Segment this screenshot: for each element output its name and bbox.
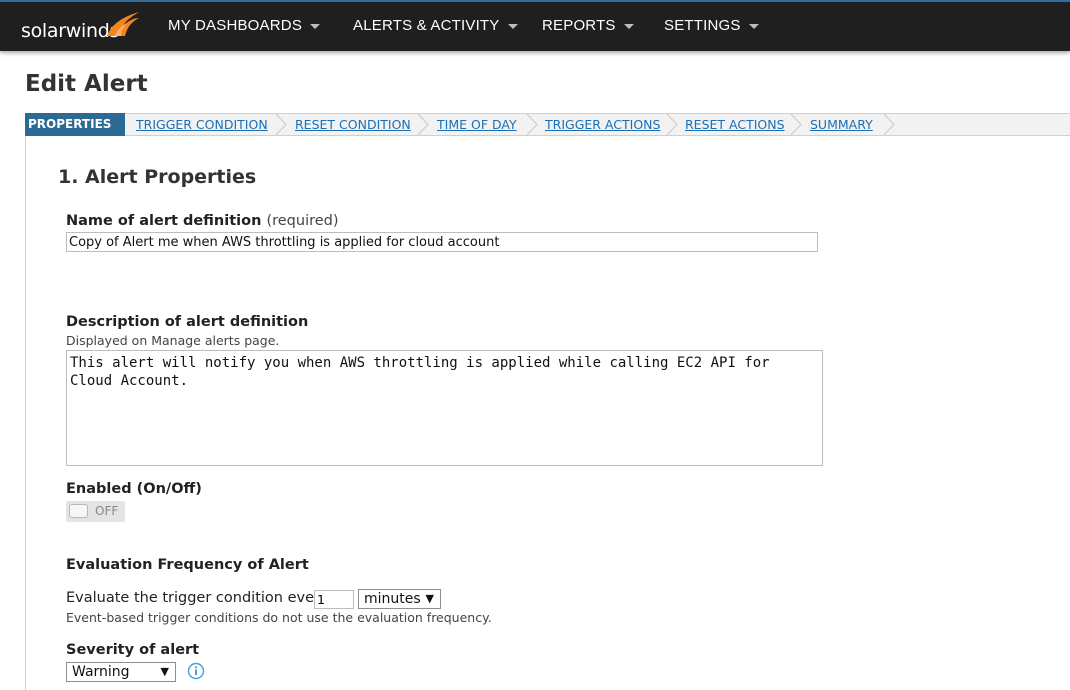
- chevron-right-icon: [275, 114, 287, 135]
- nav-reports[interactable]: REPORTS: [542, 17, 634, 34]
- nav-alerts-activity[interactable]: ALERTS & ACTIVITY: [353, 17, 518, 34]
- page-title: Edit Alert: [25, 71, 148, 97]
- step-trigger-condition[interactable]: TRIGGER CONDITION: [136, 114, 268, 135]
- chevron-right-icon: [417, 114, 429, 135]
- enabled-toggle[interactable]: OFF: [66, 501, 125, 522]
- evaluation-hint: Event-based trigger conditions do not us…: [66, 610, 492, 625]
- select-value: Warning: [72, 664, 130, 680]
- toggle-state: OFF: [95, 504, 119, 518]
- dropdown-arrow-icon: ▼: [425, 592, 434, 605]
- chevron-right-icon: [666, 114, 678, 135]
- chevron-right-icon: [883, 114, 895, 135]
- section-title: 1. Alert Properties: [58, 166, 257, 188]
- name-label: Name of alert definition (required): [66, 213, 339, 229]
- severity-label: Severity of alert: [66, 642, 200, 658]
- nav-label: ALERTS & ACTIVITY: [353, 17, 500, 34]
- evaluation-heading: Evaluation Frequency of Alert: [66, 557, 309, 573]
- description-hint: Displayed on Manage alerts page.: [66, 333, 280, 348]
- solarwinds-logo[interactable]: solarwinds: [21, 10, 143, 46]
- caret-down-icon: [507, 24, 518, 29]
- nav-label: MY DASHBOARDS: [168, 17, 303, 34]
- evaluation-frequency-input[interactable]: [314, 590, 354, 609]
- step-trigger-actions[interactable]: TRIGGER ACTIONS: [545, 114, 660, 135]
- caret-down-icon: [310, 24, 321, 29]
- nav-label: REPORTS: [542, 17, 616, 34]
- active-step-arrow: [114, 113, 125, 135]
- step-properties[interactable]: PROPERTIES: [25, 113, 125, 136]
- flame-icon: [107, 12, 139, 36]
- evaluation-unit-select[interactable]: minutes ▼: [358, 589, 441, 609]
- severity-select[interactable]: Warning ▼: [66, 662, 176, 682]
- description-label: Description of alert definition: [66, 314, 309, 330]
- required-note: (required): [266, 213, 339, 229]
- alert-name-input[interactable]: [66, 232, 818, 252]
- nav-settings[interactable]: SETTINGS: [664, 17, 759, 34]
- step-time-of-day[interactable]: TIME OF DAY: [437, 114, 517, 135]
- evaluation-text: Evaluate the trigger condition every: [66, 590, 329, 606]
- name-label-text: Name of alert definition: [66, 213, 262, 229]
- step-reset-condition[interactable]: RESET CONDITION: [295, 114, 411, 135]
- chevron-right-icon: [790, 114, 802, 135]
- enabled-label: Enabled (On/Off): [66, 481, 202, 497]
- description-textarea[interactable]: This alert will notify you when AWS thro…: [66, 350, 823, 466]
- wizard-steps: PROPERTIES TRIGGER CONDITION RESET CONDI…: [25, 113, 1070, 136]
- step-summary[interactable]: SUMMARY: [810, 114, 873, 135]
- chevron-right-icon: [526, 114, 538, 135]
- select-value: minutes: [364, 591, 421, 607]
- toggle-knob: [69, 504, 88, 518]
- caret-down-icon: [623, 24, 634, 29]
- caret-down-icon: [748, 24, 759, 29]
- nav-my-dashboards[interactable]: MY DASHBOARDS: [168, 17, 321, 34]
- info-icon[interactable]: [187, 662, 205, 680]
- nav-label: SETTINGS: [664, 17, 741, 34]
- step-reset-actions[interactable]: RESET ACTIONS: [685, 114, 785, 135]
- dropdown-arrow-icon: ▼: [160, 665, 169, 678]
- top-nav-bar: solarwinds MY DASHBOARDS ALERTS & ACTIVI…: [0, 0, 1070, 51]
